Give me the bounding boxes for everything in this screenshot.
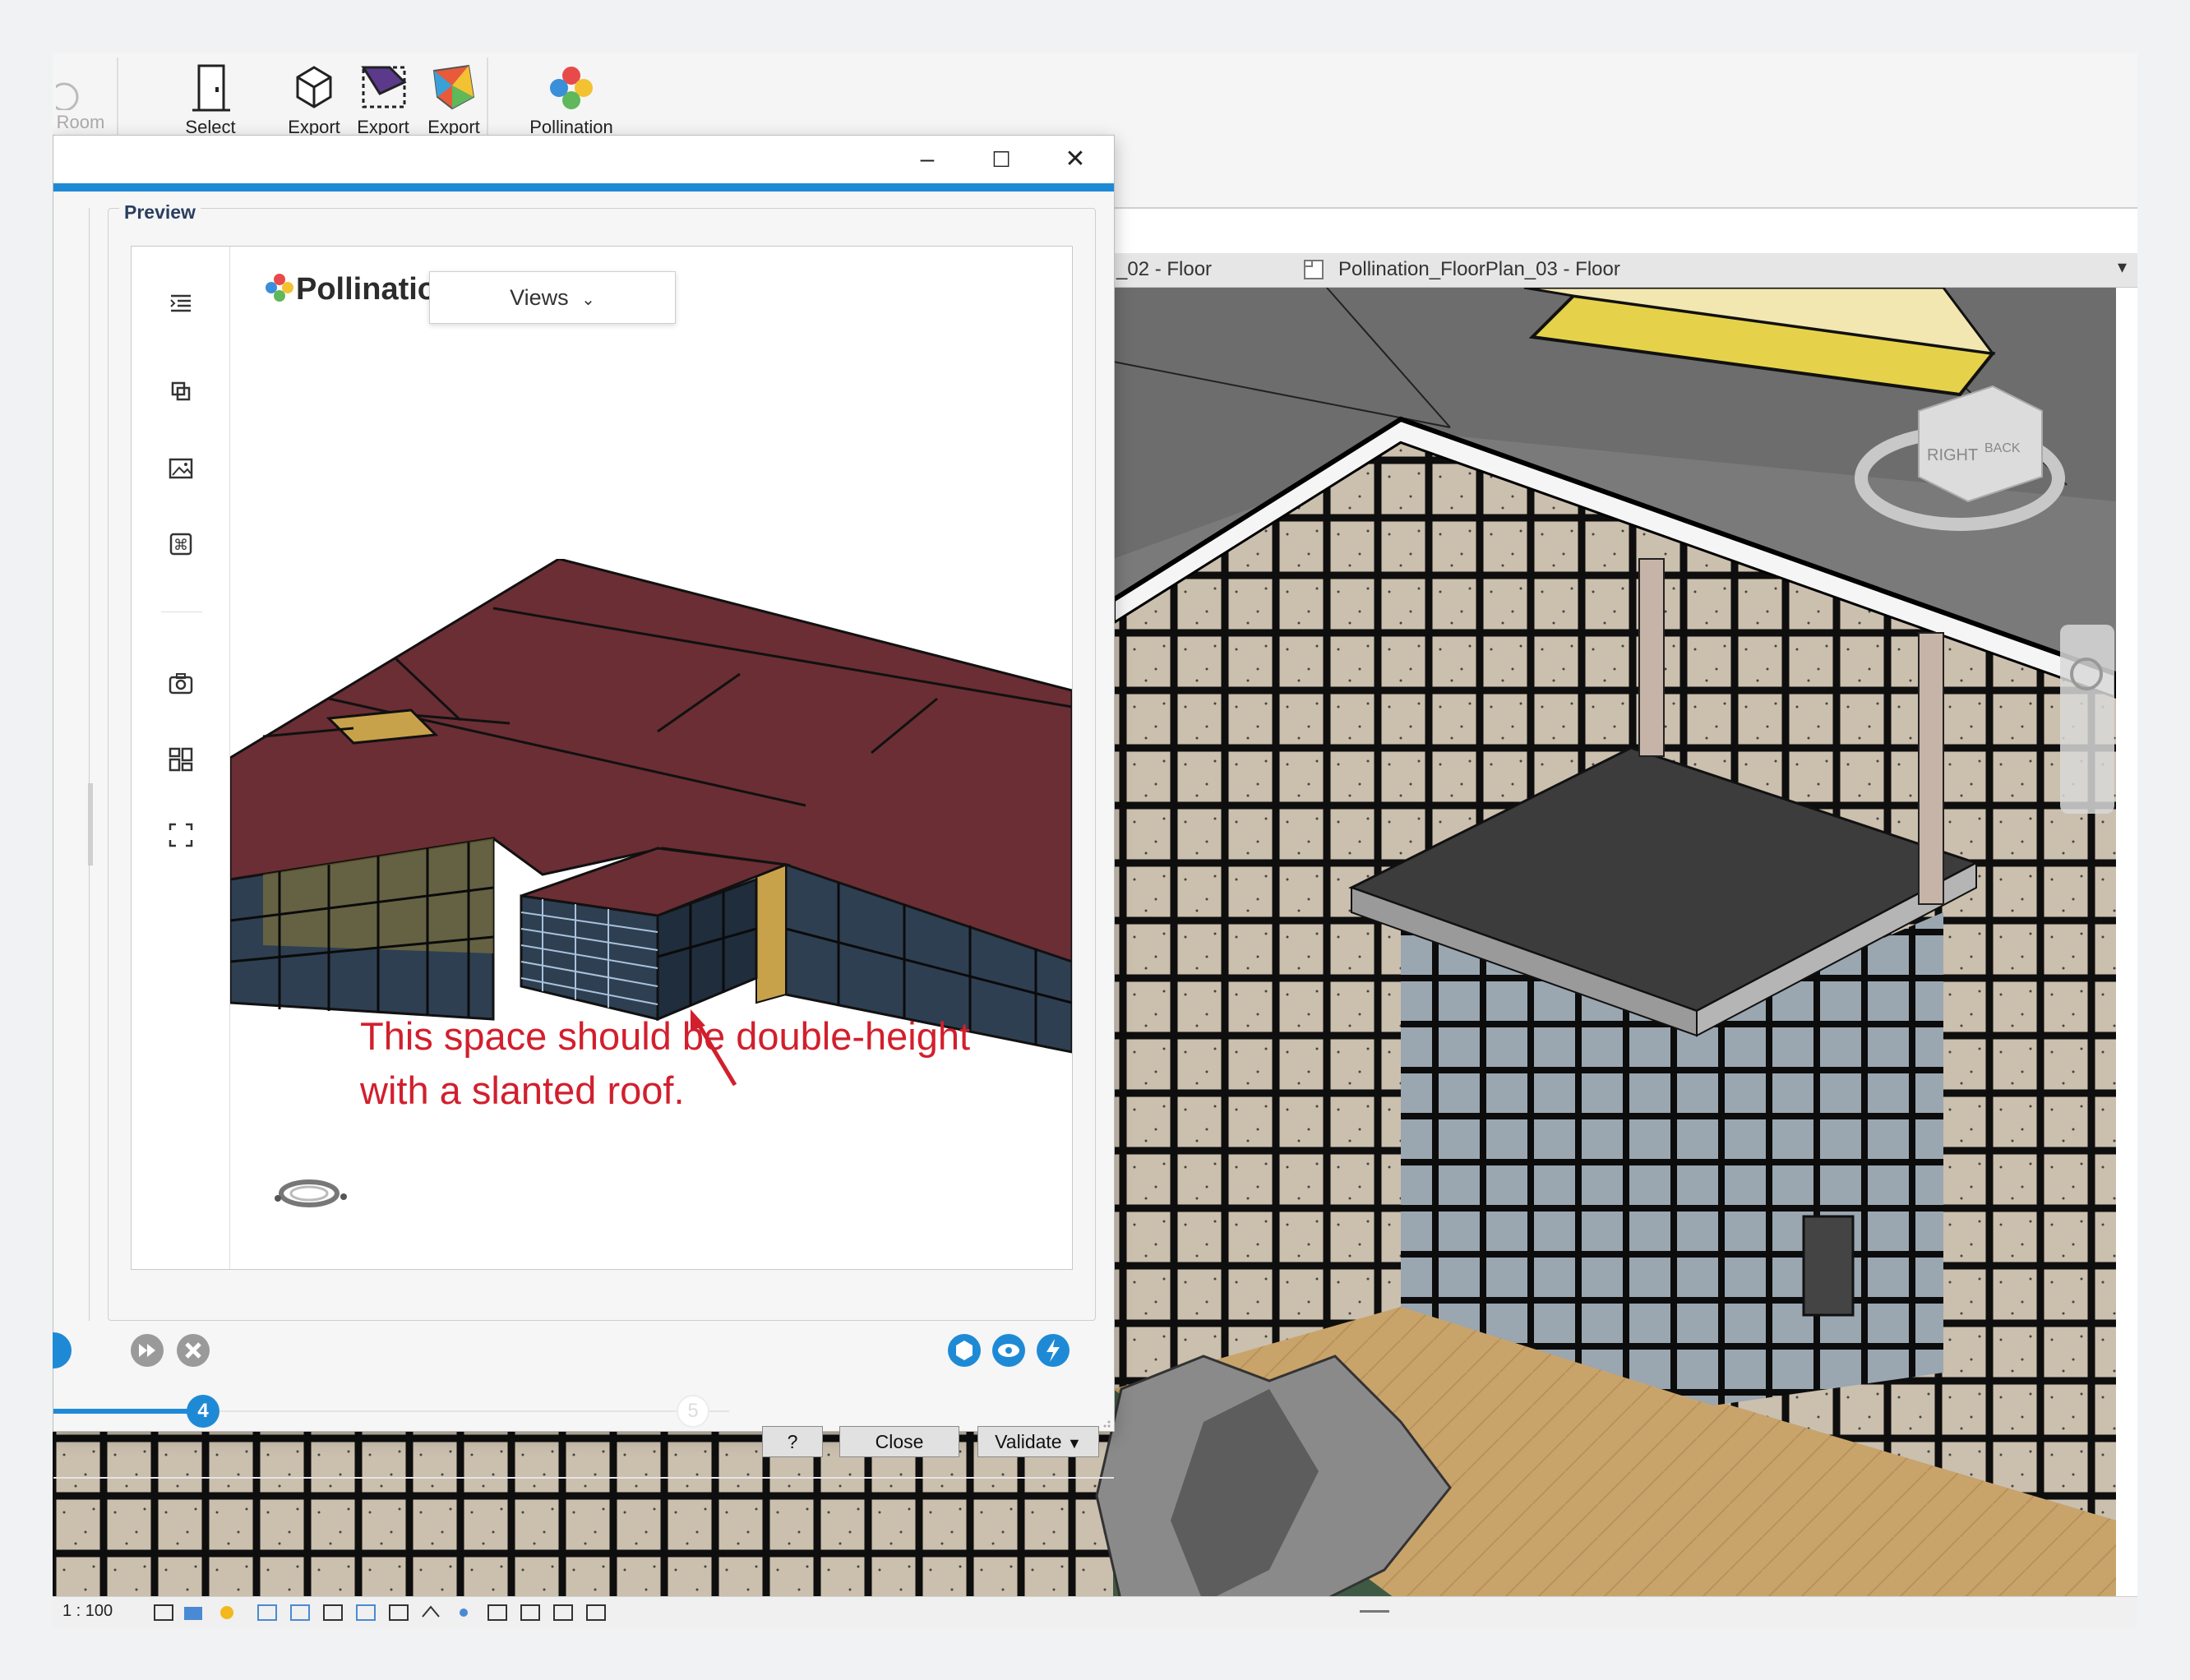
annotation-line-1: This space should be double-height <box>360 1014 971 1058</box>
layers-icon[interactable] <box>166 376 196 406</box>
tab-floorplan-02[interactable]: _02 - Floor <box>1116 258 1212 281</box>
eye-icon[interactable] <box>991 1332 1027 1368</box>
maximize-button[interactable]: ☐ <box>981 141 1022 178</box>
room-icon <box>56 82 79 110</box>
select-button[interactable]: Select <box>169 61 252 138</box>
command-icon[interactable]: ⌘ <box>166 529 196 559</box>
viewcube-right-label[interactable]: RIGHT <box>1927 446 1978 464</box>
cancel-icon[interactable] <box>175 1332 211 1368</box>
previous-step-button[interactable] <box>53 1332 72 1368</box>
dropdown-arrow-icon: ▼ <box>1066 1435 1082 1452</box>
cube-export-icon <box>296 66 332 108</box>
lightning-icon[interactable] <box>1035 1332 1071 1368</box>
export-model-button[interactable]: Export <box>281 61 347 138</box>
chevron-down-icon: ⌄ <box>581 291 595 309</box>
orbit-gizmo-icon[interactable] <box>268 1169 367 1218</box>
tab-floorplan-03[interactable]: Pollination_FloorPlan_03 - Floor <box>1338 258 1620 281</box>
views-label: Views <box>510 285 569 310</box>
scroll-handle[interactable] <box>1360 1610 1389 1613</box>
annotation-text: This space should be double-height with … <box>360 1009 1034 1118</box>
status-bar: 1 : 100 <box>53 1596 2137 1627</box>
annotation-line-2: with a slanted roof. <box>360 1068 685 1112</box>
preview-panel: ⌘ Pollination Views ⌄ This space should … <box>131 246 1073 1270</box>
brand-logo: Pollination <box>263 271 455 307</box>
preview-legend: Preview <box>119 201 201 224</box>
room-label: Room <box>56 112 105 132</box>
export-plan-button[interactable]: Export <box>350 61 416 138</box>
left-panel-edge <box>53 208 90 1321</box>
validate-label: Validate <box>995 1431 1062 1452</box>
model-view-icon[interactable] <box>946 1332 982 1368</box>
viewcube-back-label[interactable]: BACK <box>1984 441 2021 455</box>
pollination-brand-icon <box>266 274 293 302</box>
progress-bar-track <box>203 1410 729 1412</box>
camera-icon[interactable] <box>166 669 196 699</box>
view-scale[interactable]: 1 : 100 <box>62 1602 113 1621</box>
export-color-button[interactable]: Export <box>419 61 488 138</box>
revit-window: Room Select Export Export Export Pollina… <box>53 53 2137 1627</box>
image-icon[interactable] <box>166 454 196 483</box>
panel-splitter[interactable] <box>88 783 93 865</box>
room-button[interactable]: Room <box>53 61 113 133</box>
view-tab-strip: _02 - Floor Pollination_FloorPlan_03 - F… <box>1113 253 2137 288</box>
progress-bar-filled <box>53 1409 203 1414</box>
validate-button[interactable]: Validate ▼ <box>977 1426 1099 1457</box>
help-button[interactable]: ? <box>762 1426 823 1457</box>
step-4-indicator[interactable]: 4 <box>187 1395 219 1428</box>
svg-text:⌘: ⌘ <box>173 537 188 554</box>
dialog-footer-line <box>53 1477 1114 1479</box>
fast-forward-icon[interactable] <box>129 1332 165 1368</box>
view-control-bar-icon <box>154 1604 606 1621</box>
step-5-indicator[interactable]: 5 <box>677 1395 709 1428</box>
fullscreen-icon[interactable] <box>166 820 196 850</box>
view-control-icons[interactable] <box>151 1602 686 1623</box>
colormap-export-icon <box>432 64 475 110</box>
floorplan-tab-icon <box>1302 258 1332 283</box>
dialog-titlebar[interactable]: – ☐ ✕ <box>53 136 1114 183</box>
tab-overflow-icon[interactable]: ▾ <box>2118 256 2127 278</box>
floorplan-export-icon <box>361 66 407 108</box>
views-dropdown[interactable]: Views ⌄ <box>429 271 676 324</box>
pollination-dialog: – ☐ ✕ Preview ⌘ Pollination Views ⌄ This… <box>53 135 1115 1479</box>
resize-grip-icon[interactable] <box>1097 1415 1112 1429</box>
dashboard-icon[interactable] <box>166 745 196 774</box>
door-icon <box>192 64 230 112</box>
preview-side-toolbar: ⌘ <box>132 247 230 1269</box>
outline-icon[interactable] <box>166 289 196 319</box>
close-button[interactable]: Close <box>839 1426 959 1457</box>
pollination-button[interactable]: Pollination <box>518 61 625 138</box>
close-window-button[interactable]: ✕ <box>1055 141 1096 178</box>
accent-bar <box>53 183 1114 192</box>
minimize-button[interactable]: – <box>907 141 948 178</box>
pollination-logo-icon <box>550 67 593 109</box>
